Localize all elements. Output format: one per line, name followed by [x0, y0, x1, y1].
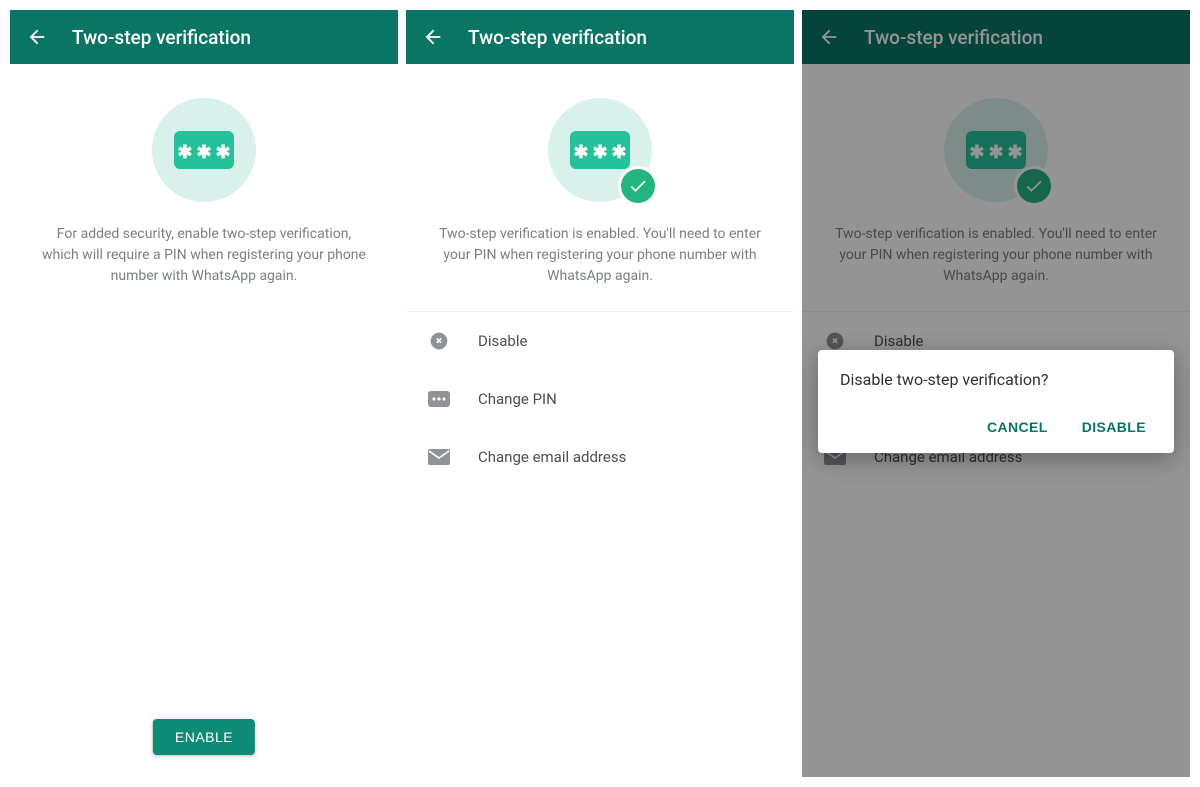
appbar: Two-step verification	[10, 10, 398, 64]
email-icon	[428, 446, 450, 468]
dialog-disable-button[interactable]: DISABLE	[1076, 411, 1152, 443]
screen-enabled-settings: Two-step verification ✱✱✱ Two-step verif…	[406, 10, 794, 777]
option-label: Change email address	[478, 448, 626, 466]
dialog-title: Disable two-step verification?	[840, 370, 1152, 389]
option-change-email[interactable]: Change email address	[406, 428, 794, 486]
option-change-pin[interactable]: Change PIN	[406, 370, 794, 428]
check-badge-icon	[618, 166, 658, 206]
pin-box-icon: ✱✱✱	[174, 131, 234, 169]
content-area: ✱✱✱ For added security, enable two-step …	[10, 64, 398, 777]
back-arrow-icon[interactable]	[422, 26, 444, 48]
dialog-actions: CANCEL DISABLE	[840, 411, 1152, 443]
pin-pad-icon	[428, 388, 450, 410]
option-label: Disable	[478, 332, 527, 350]
appbar-title: Two-step verification	[468, 26, 647, 49]
back-arrow-icon[interactable]	[26, 26, 48, 48]
cancel-circle-icon	[428, 330, 450, 352]
option-label: Change PIN	[478, 390, 557, 408]
screen-disable-confirm: Two-step verification ✱✱✱ Two-step verif…	[802, 10, 1190, 777]
description-text: For added security, enable two-step veri…	[10, 224, 398, 287]
screen-enable-prompt: Two-step verification ✱✱✱ For added secu…	[10, 10, 398, 777]
appbar-title: Two-step verification	[72, 26, 251, 49]
pin-hero-icon: ✱✱✱	[548, 98, 652, 202]
description-text: Two-step verification is enabled. You'll…	[406, 224, 794, 287]
pin-hero-icon: ✱✱✱	[152, 98, 256, 202]
dialog-cancel-button[interactable]: CANCEL	[981, 411, 1054, 443]
appbar: Two-step verification	[406, 10, 794, 64]
disable-confirm-dialog: Disable two-step verification? CANCEL DI…	[818, 350, 1174, 453]
content-area: ✱✱✱ Two-step verification is enabled. Yo…	[406, 64, 794, 777]
options-list: Disable Change PIN Change email address	[406, 311, 794, 486]
option-disable[interactable]: Disable	[406, 312, 794, 370]
enable-button[interactable]: ENABLE	[153, 719, 255, 755]
pin-box-icon: ✱✱✱	[570, 131, 630, 169]
